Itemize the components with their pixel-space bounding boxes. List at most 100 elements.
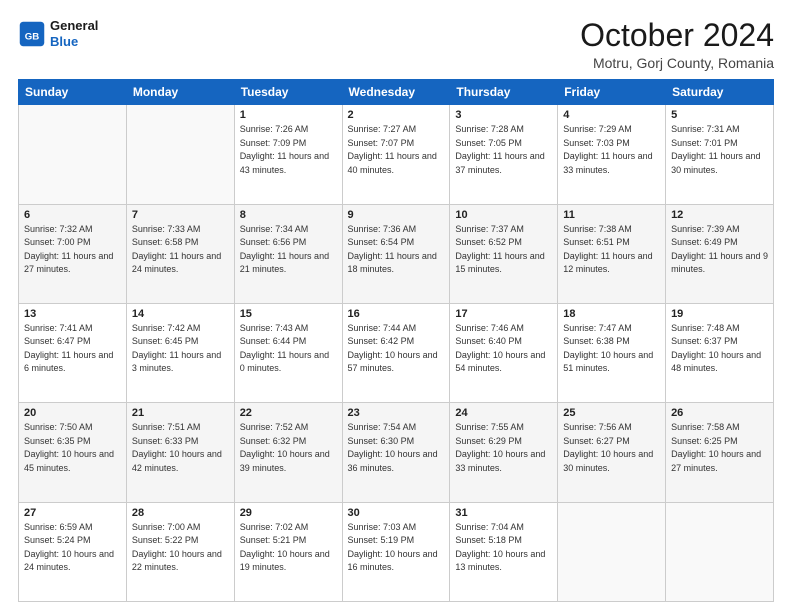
calendar-cell: 3 Sunrise: 7:28 AM Sunset: 7:05 PM Daylig… <box>450 105 558 204</box>
day-detail: Sunrise: 7:41 AM Sunset: 6:47 PM Dayligh… <box>24 322 121 376</box>
day-detail: Sunrise: 7:48 AM Sunset: 6:37 PM Dayligh… <box>671 322 768 376</box>
calendar-cell <box>126 105 234 204</box>
calendar-cell: 16 Sunrise: 7:44 AM Sunset: 6:42 PM Dayli… <box>342 303 450 402</box>
day-number: 4 <box>563 109 660 121</box>
calendar-cell <box>19 105 127 204</box>
day-number: 6 <box>24 209 121 221</box>
calendar-header-row: SundayMondayTuesdayWednesdayThursdayFrid… <box>19 80 774 105</box>
calendar-cell: 2 Sunrise: 7:27 AM Sunset: 7:07 PM Daylig… <box>342 105 450 204</box>
calendar-week-row: 13 Sunrise: 7:41 AM Sunset: 6:47 PM Dayli… <box>19 303 774 402</box>
calendar-cell: 27 Sunrise: 6:59 AM Sunset: 5:24 PM Dayli… <box>19 502 127 601</box>
day-detail: Sunrise: 7:58 AM Sunset: 6:25 PM Dayligh… <box>671 421 768 475</box>
day-number: 23 <box>348 407 445 419</box>
calendar-cell <box>666 502 774 601</box>
calendar-week-row: 1 Sunrise: 7:26 AM Sunset: 7:09 PM Daylig… <box>19 105 774 204</box>
day-number: 31 <box>455 507 552 519</box>
day-number: 11 <box>563 209 660 221</box>
day-number: 22 <box>240 407 337 419</box>
day-detail: Sunrise: 7:29 AM Sunset: 7:03 PM Dayligh… <box>563 123 660 177</box>
day-number: 2 <box>348 109 445 121</box>
day-detail: Sunrise: 7:03 AM Sunset: 5:19 PM Dayligh… <box>348 521 445 575</box>
calendar-cell: 28Sunrise: 7:00 AM Sunset: 5:22 PM Dayli… <box>126 502 234 601</box>
day-detail: Sunrise: 7:02 AM Sunset: 5:21 PM Dayligh… <box>240 521 337 575</box>
calendar-cell: 18 Sunrise: 7:47 AM Sunset: 6:38 PM Dayli… <box>558 303 666 402</box>
calendar-cell: 22 Sunrise: 7:52 AM Sunset: 6:32 PM Dayli… <box>234 403 342 502</box>
day-detail: Sunrise: 7:04 AM Sunset: 5:18 PM Dayligh… <box>455 521 552 575</box>
svg-text:GB: GB <box>25 31 39 42</box>
calendar-cell: 5Sunrise: 7:31 AM Sunset: 7:01 PM Daylig… <box>666 105 774 204</box>
calendar-week-row: 20 Sunrise: 7:50 AM Sunset: 6:35 PM Dayli… <box>19 403 774 502</box>
weekday-header: Wednesday <box>342 80 450 105</box>
day-detail: Sunrise: 7:51 AM Sunset: 6:33 PM Dayligh… <box>132 421 229 475</box>
day-number: 3 <box>455 109 552 121</box>
day-number: 16 <box>348 308 445 320</box>
calendar-cell: 17 Sunrise: 7:46 AM Sunset: 6:40 PM Dayli… <box>450 303 558 402</box>
calendar-cell: 6Sunrise: 7:32 AM Sunset: 7:00 PM Daylig… <box>19 204 127 303</box>
calendar-cell: 11 Sunrise: 7:38 AM Sunset: 6:51 PM Dayli… <box>558 204 666 303</box>
weekday-header: Tuesday <box>234 80 342 105</box>
day-number: 1 <box>240 109 337 121</box>
day-detail: Sunrise: 7:27 AM Sunset: 7:07 PM Dayligh… <box>348 123 445 177</box>
weekday-header: Friday <box>558 80 666 105</box>
calendar-cell <box>558 502 666 601</box>
calendar-table: SundayMondayTuesdayWednesdayThursdayFrid… <box>18 79 774 602</box>
calendar-cell: 1 Sunrise: 7:26 AM Sunset: 7:09 PM Daylig… <box>234 105 342 204</box>
day-number: 18 <box>563 308 660 320</box>
day-number: 24 <box>455 407 552 419</box>
page: GB General Blue October 2024 Motru, Gorj… <box>0 0 792 612</box>
day-detail: Sunrise: 7:42 AM Sunset: 6:45 PM Dayligh… <box>132 322 229 376</box>
day-number: 12 <box>671 209 768 221</box>
day-detail: Sunrise: 7:38 AM Sunset: 6:51 PM Dayligh… <box>563 223 660 277</box>
day-number: 20 <box>24 407 121 419</box>
day-number: 19 <box>671 308 768 320</box>
calendar-cell: 26 Sunrise: 7:58 AM Sunset: 6:25 PM Dayli… <box>666 403 774 502</box>
calendar-week-row: 27 Sunrise: 6:59 AM Sunset: 5:24 PM Dayli… <box>19 502 774 601</box>
calendar-cell: 7 Sunrise: 7:33 AM Sunset: 6:58 PM Daylig… <box>126 204 234 303</box>
day-detail: Sunrise: 7:55 AM Sunset: 6:29 PM Dayligh… <box>455 421 552 475</box>
day-detail: Sunrise: 7:28 AM Sunset: 7:05 PM Dayligh… <box>455 123 552 177</box>
calendar-cell: 4 Sunrise: 7:29 AM Sunset: 7:03 PM Daylig… <box>558 105 666 204</box>
day-detail: Sunrise: 7:52 AM Sunset: 6:32 PM Dayligh… <box>240 421 337 475</box>
day-detail: Sunrise: 7:39 AM Sunset: 6:49 PM Dayligh… <box>671 223 768 277</box>
title-block: October 2024 Motru, Gorj County, Romania <box>580 18 774 71</box>
day-detail: Sunrise: 7:26 AM Sunset: 7:09 PM Dayligh… <box>240 123 337 177</box>
day-number: 10 <box>455 209 552 221</box>
calendar-cell: 30Sunrise: 7:03 AM Sunset: 5:19 PM Dayli… <box>342 502 450 601</box>
calendar-cell: 10Sunrise: 7:37 AM Sunset: 6:52 PM Dayli… <box>450 204 558 303</box>
day-detail: Sunrise: 7:44 AM Sunset: 6:42 PM Dayligh… <box>348 322 445 376</box>
calendar-cell: 23 Sunrise: 7:54 AM Sunset: 6:30 PM Dayli… <box>342 403 450 502</box>
day-detail: Sunrise: 7:31 AM Sunset: 7:01 PM Dayligh… <box>671 123 768 177</box>
weekday-header: Thursday <box>450 80 558 105</box>
day-detail: Sunrise: 7:33 AM Sunset: 6:58 PM Dayligh… <box>132 223 229 277</box>
day-number: 27 <box>24 507 121 519</box>
weekday-header: Sunday <box>19 80 127 105</box>
day-detail: Sunrise: 7:47 AM Sunset: 6:38 PM Dayligh… <box>563 322 660 376</box>
calendar-cell: 29 Sunrise: 7:02 AM Sunset: 5:21 PM Dayli… <box>234 502 342 601</box>
day-detail: Sunrise: 7:50 AM Sunset: 6:35 PM Dayligh… <box>24 421 121 475</box>
day-detail: Sunrise: 7:56 AM Sunset: 6:27 PM Dayligh… <box>563 421 660 475</box>
day-detail: Sunrise: 6:59 AM Sunset: 5:24 PM Dayligh… <box>24 521 121 575</box>
calendar-week-row: 6Sunrise: 7:32 AM Sunset: 7:00 PM Daylig… <box>19 204 774 303</box>
calendar-cell: 12 Sunrise: 7:39 AM Sunset: 6:49 PM Dayli… <box>666 204 774 303</box>
calendar-cell: 24 Sunrise: 7:55 AM Sunset: 6:29 PM Dayli… <box>450 403 558 502</box>
day-number: 29 <box>240 507 337 519</box>
day-number: 17 <box>455 308 552 320</box>
day-detail: Sunrise: 7:54 AM Sunset: 6:30 PM Dayligh… <box>348 421 445 475</box>
calendar-cell: 8Sunrise: 7:34 AM Sunset: 6:56 PM Daylig… <box>234 204 342 303</box>
day-number: 13 <box>24 308 121 320</box>
calendar-cell: 31 Sunrise: 7:04 AM Sunset: 5:18 PM Dayli… <box>450 502 558 601</box>
day-detail: Sunrise: 7:34 AM Sunset: 6:56 PM Dayligh… <box>240 223 337 277</box>
calendar-cell: 19 Sunrise: 7:48 AM Sunset: 6:37 PM Dayli… <box>666 303 774 402</box>
calendar-cell: 9Sunrise: 7:36 AM Sunset: 6:54 PM Daylig… <box>342 204 450 303</box>
weekday-header: Monday <box>126 80 234 105</box>
calendar-cell: 25Sunrise: 7:56 AM Sunset: 6:27 PM Dayli… <box>558 403 666 502</box>
logo-text: General Blue <box>50 18 98 49</box>
day-detail: Sunrise: 7:00 AM Sunset: 5:22 PM Dayligh… <box>132 521 229 575</box>
day-detail: Sunrise: 7:46 AM Sunset: 6:40 PM Dayligh… <box>455 322 552 376</box>
logo: GB General Blue <box>18 18 98 49</box>
month-title: October 2024 <box>580 18 774 53</box>
day-number: 26 <box>671 407 768 419</box>
day-number: 7 <box>132 209 229 221</box>
day-detail: Sunrise: 7:36 AM Sunset: 6:54 PM Dayligh… <box>348 223 445 277</box>
logo-icon: GB <box>18 20 46 48</box>
